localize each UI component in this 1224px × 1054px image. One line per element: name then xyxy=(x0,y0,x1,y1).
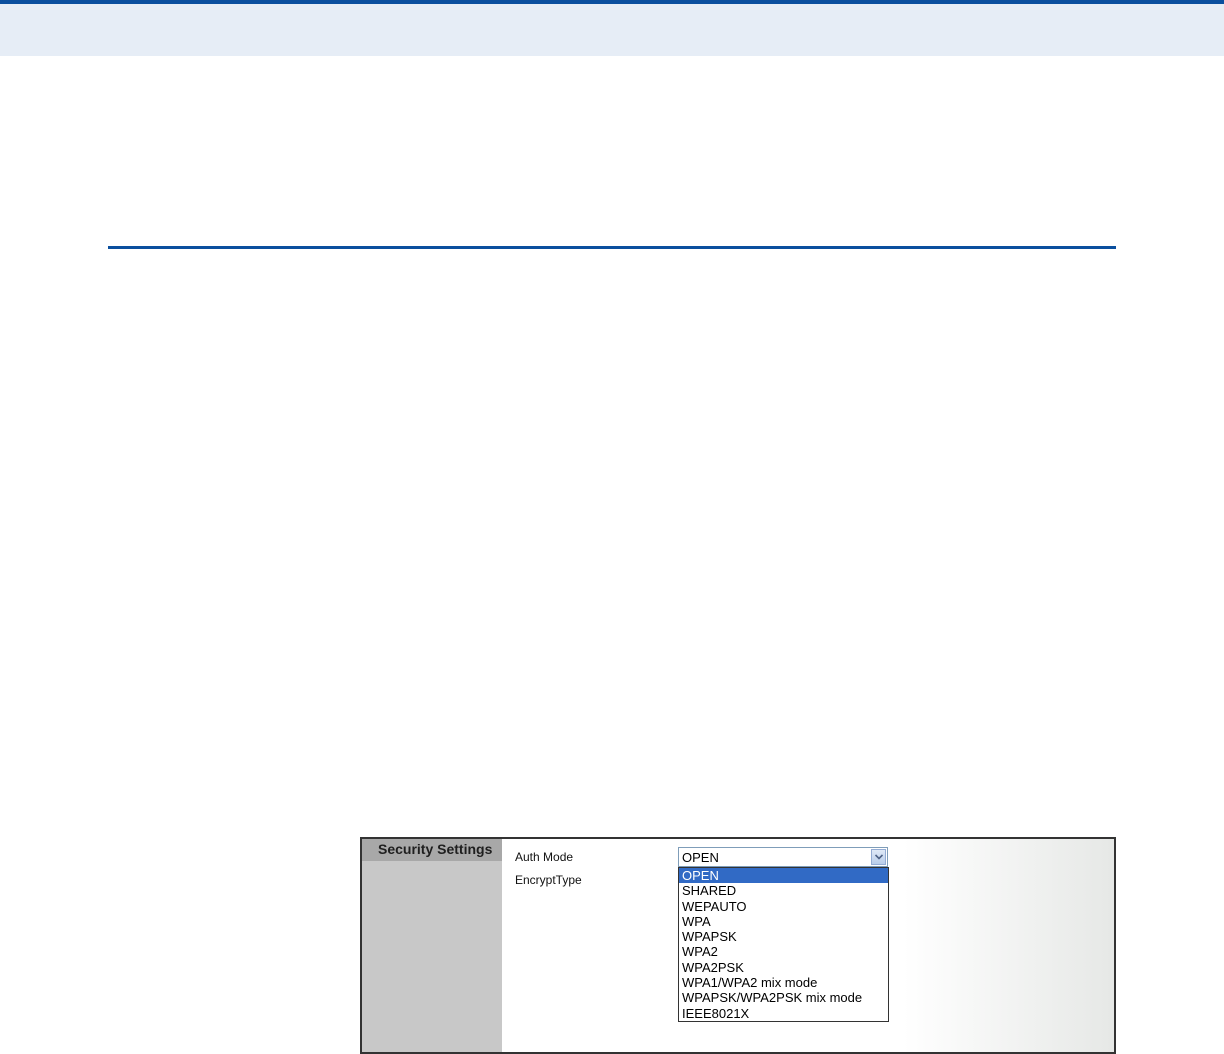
auth-mode-label: Auth Mode xyxy=(515,850,574,864)
dropdown-option[interactable]: WPA2PSK xyxy=(679,960,888,975)
auth-mode-select[interactable]: OPEN xyxy=(678,847,888,867)
security-settings-panel: Security Settings Auth Mode EncryptType … xyxy=(360,837,1116,1054)
dropdown-option[interactable]: WPA2 xyxy=(679,944,888,959)
dropdown-option[interactable]: WPA1/WPA2 mix mode xyxy=(679,975,888,990)
encrypt-type-label: EncryptType xyxy=(515,873,582,887)
chevron-down-icon[interactable] xyxy=(871,849,886,865)
page-header-band xyxy=(0,0,1224,56)
auth-mode-selected-value: OPEN xyxy=(682,850,719,865)
dropdown-option[interactable]: WPA xyxy=(679,914,888,929)
panel-title: Security Settings xyxy=(378,841,493,857)
auth-mode-dropdown-list: OPEN SHARED WEPAUTO WPA WPAPSK WPA2 WPA2PSK WPA… xyxy=(678,867,889,1022)
dropdown-option[interactable]: SHARED xyxy=(679,883,888,898)
dropdown-option[interactable]: WPAPSK/WPA2PSK mix mode xyxy=(679,990,888,1005)
dropdown-option[interactable]: WPAPSK xyxy=(679,929,888,944)
dropdown-option[interactable]: IEEE8021X xyxy=(679,1006,888,1021)
panel-sidebar: Security Settings xyxy=(362,839,502,1052)
dropdown-option[interactable]: OPEN xyxy=(679,868,888,884)
dropdown-option[interactable]: WEPAUTO xyxy=(679,899,888,914)
section-divider xyxy=(108,246,1116,249)
